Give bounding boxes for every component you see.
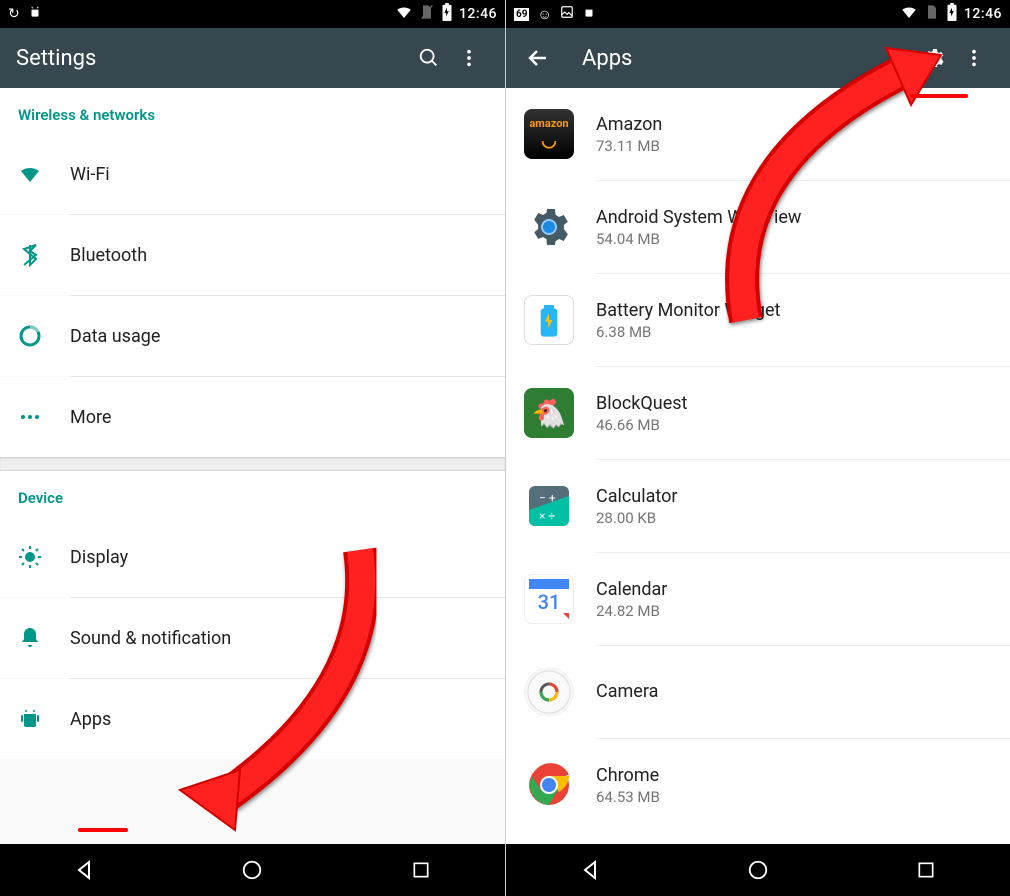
bluetooth-icon <box>18 243 70 267</box>
nav-recents-button[interactable] <box>896 860 956 880</box>
app-icon-calculator: − + × ÷ <box>524 481 574 531</box>
status-bar: 69 ☺ 12:46 <box>506 0 1010 28</box>
settings-row-apps[interactable]: Apps <box>0 679 505 759</box>
wifi-status-icon <box>395 3 413 25</box>
app-icon-blockquest: 🐔 <box>524 388 574 438</box>
android-icon <box>28 5 42 23</box>
settings-list[interactable]: Wireless & networks Wi-Fi Bluetooth Data… <box>0 88 505 844</box>
row-label: Wi-Fi <box>70 164 110 185</box>
app-list[interactable]: amazon◡ Amazon 73.11 MB Android System W… <box>506 88 1010 844</box>
nav-home-button[interactable] <box>728 859 788 881</box>
app-size: 46.66 MB <box>596 416 687 434</box>
app-size: 28.00 KB <box>596 509 677 527</box>
search-button[interactable] <box>409 38 449 78</box>
list-item[interactable]: Camera <box>506 646 1010 738</box>
cpu-temp-icon: 69 <box>514 8 529 21</box>
svg-text:× ÷: × ÷ <box>539 509 555 523</box>
wifi-status-icon <box>900 3 918 25</box>
back-button[interactable] <box>518 38 558 78</box>
list-item[interactable]: amazon◡ Amazon 73.11 MB <box>506 88 1010 180</box>
apps-icon <box>18 707 70 731</box>
app-size: 24.82 MB <box>596 602 667 620</box>
list-item[interactable]: Battery Monitor Widget 6.38 MB <box>506 274 1010 366</box>
refresh-icon: ↻ <box>8 6 20 22</box>
apps-settings-button[interactable] <box>914 38 954 78</box>
clock: 12:46 <box>964 6 1002 22</box>
list-item[interactable]: 🐔 BlockQuest 46.66 MB <box>506 367 1010 459</box>
svg-text:31: 31 <box>538 590 561 614</box>
data-usage-icon <box>18 324 70 348</box>
app-name: Calculator <box>596 486 677 507</box>
overflow-menu-button[interactable] <box>954 38 994 78</box>
no-sim-icon <box>924 4 940 24</box>
android-icon <box>582 5 596 23</box>
battery-charging-icon <box>441 3 453 25</box>
page-title: Settings <box>16 46 409 71</box>
clock: 12:46 <box>459 6 497 22</box>
settings-row-more[interactable]: More <box>0 377 505 457</box>
section-header-device: Device <box>0 471 505 517</box>
app-name: Android System WebView <box>596 207 801 228</box>
app-size: 6.38 MB <box>596 323 780 341</box>
settings-appbar: Settings <box>0 28 505 88</box>
nav-recents-button[interactable] <box>391 860 451 880</box>
status-bar: ↻ 12:46 <box>0 0 505 28</box>
app-name: Chrome <box>596 765 660 786</box>
overflow-menu-button[interactable] <box>449 38 489 78</box>
more-icon <box>18 405 70 429</box>
app-icon-camera <box>524 667 574 717</box>
nav-bar <box>506 844 1010 896</box>
row-label: Data usage <box>70 326 160 347</box>
row-label: Display <box>70 547 128 568</box>
app-icon-webview <box>524 202 574 252</box>
row-label: Sound & notification <box>70 628 231 649</box>
settings-row-sound[interactable]: Sound & notification <box>0 598 505 678</box>
list-item[interactable]: Chrome 64.53 MB <box>506 739 1010 831</box>
settings-row-bluetooth[interactable]: Bluetooth <box>0 215 505 295</box>
page-title: Apps <box>582 46 914 71</box>
list-item[interactable]: − + × ÷ Calculator 28.00 KB <box>506 460 1010 552</box>
svg-text:− +: − + <box>539 491 556 505</box>
image-icon-status <box>560 5 574 23</box>
app-icon-battery <box>524 295 574 345</box>
phone-settings: ↻ 12:46 Settings Wireless & net <box>0 0 505 896</box>
nav-back-button[interactable] <box>54 858 114 882</box>
settings-row-display[interactable]: Display <box>0 517 505 597</box>
app-name: Camera <box>596 681 658 702</box>
nav-home-button[interactable] <box>222 859 282 881</box>
apps-appbar: Apps <box>506 28 1010 88</box>
section-header-wireless: Wireless & networks <box>0 88 505 134</box>
app-size: 73.11 MB <box>596 137 662 155</box>
app-size: 54.04 MB <box>596 230 801 248</box>
app-name: Amazon <box>596 114 662 135</box>
app-name: Calendar <box>596 579 667 600</box>
row-label: Apps <box>70 709 111 730</box>
row-label: Bluetooth <box>70 245 147 266</box>
row-label: More <box>70 407 111 428</box>
list-item[interactable]: 31 Calendar 24.82 MB <box>506 553 1010 645</box>
settings-row-datausage[interactable]: Data usage <box>0 296 505 376</box>
app-name: BlockQuest <box>596 393 687 414</box>
settings-row-wifi[interactable]: Wi-Fi <box>0 134 505 214</box>
app-size: 64.53 MB <box>596 788 660 806</box>
app-icon-amazon: amazon◡ <box>524 109 574 159</box>
app-name: Battery Monitor Widget <box>596 300 780 321</box>
nav-back-button[interactable] <box>560 858 620 882</box>
display-icon <box>18 545 70 569</box>
nav-bar <box>0 844 505 896</box>
list-item[interactable]: Android System WebView 54.04 MB <box>506 181 1010 273</box>
app-icon-calendar: 31 <box>524 574 574 624</box>
app-icon-status: ☺ <box>537 6 551 23</box>
phone-apps: 69 ☺ 12:46 Apps <box>505 0 1010 896</box>
bell-icon <box>18 626 70 650</box>
wifi-icon <box>18 162 70 186</box>
app-icon-chrome <box>524 760 574 810</box>
no-sim-icon <box>419 4 435 24</box>
battery-charging-icon <box>946 3 958 25</box>
